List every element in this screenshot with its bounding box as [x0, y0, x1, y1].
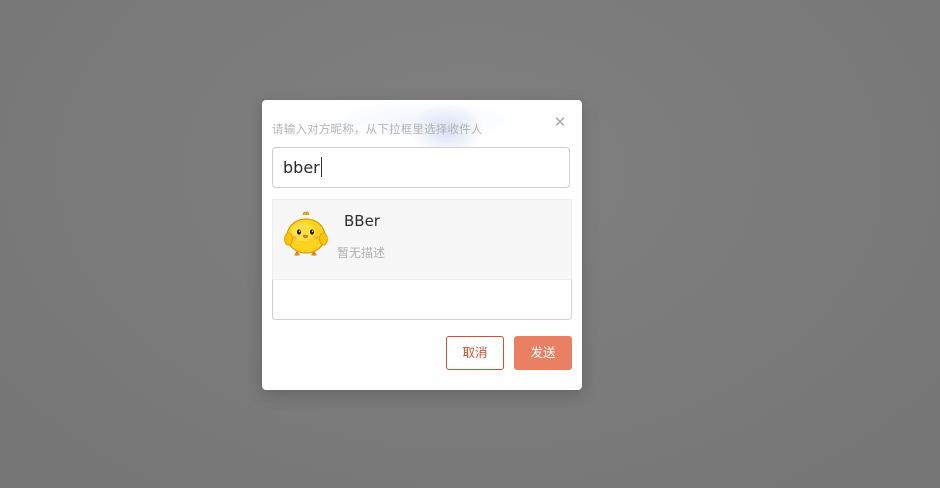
cancel-button[interactable]: 取消: [446, 336, 504, 370]
message-textarea[interactable]: [272, 278, 572, 320]
chick-avatar-icon: [284, 211, 328, 257]
suggestion-name: BBer: [344, 212, 380, 230]
suggestion-item[interactable]: BBer 暂无描述: [273, 200, 571, 279]
recipient-input-value: bber: [283, 158, 320, 177]
text-caret: [320, 157, 322, 177]
send-button[interactable]: 发送: [514, 336, 572, 370]
close-icon[interactable]: ✕: [550, 112, 570, 132]
suggestion-description: 暂无描述: [337, 246, 386, 260]
recipient-hint: 请输入对方昵称，从下拉框里选择收件人: [272, 122, 483, 136]
recipient-suggestion-dropdown: BBer 暂无描述: [272, 199, 572, 280]
recipient-input[interactable]: bber: [272, 147, 570, 188]
send-message-dialog: 请输入对方昵称，从下拉框里选择收件人 ✕ bber BBer 暂无描述 取消 发…: [262, 100, 582, 390]
